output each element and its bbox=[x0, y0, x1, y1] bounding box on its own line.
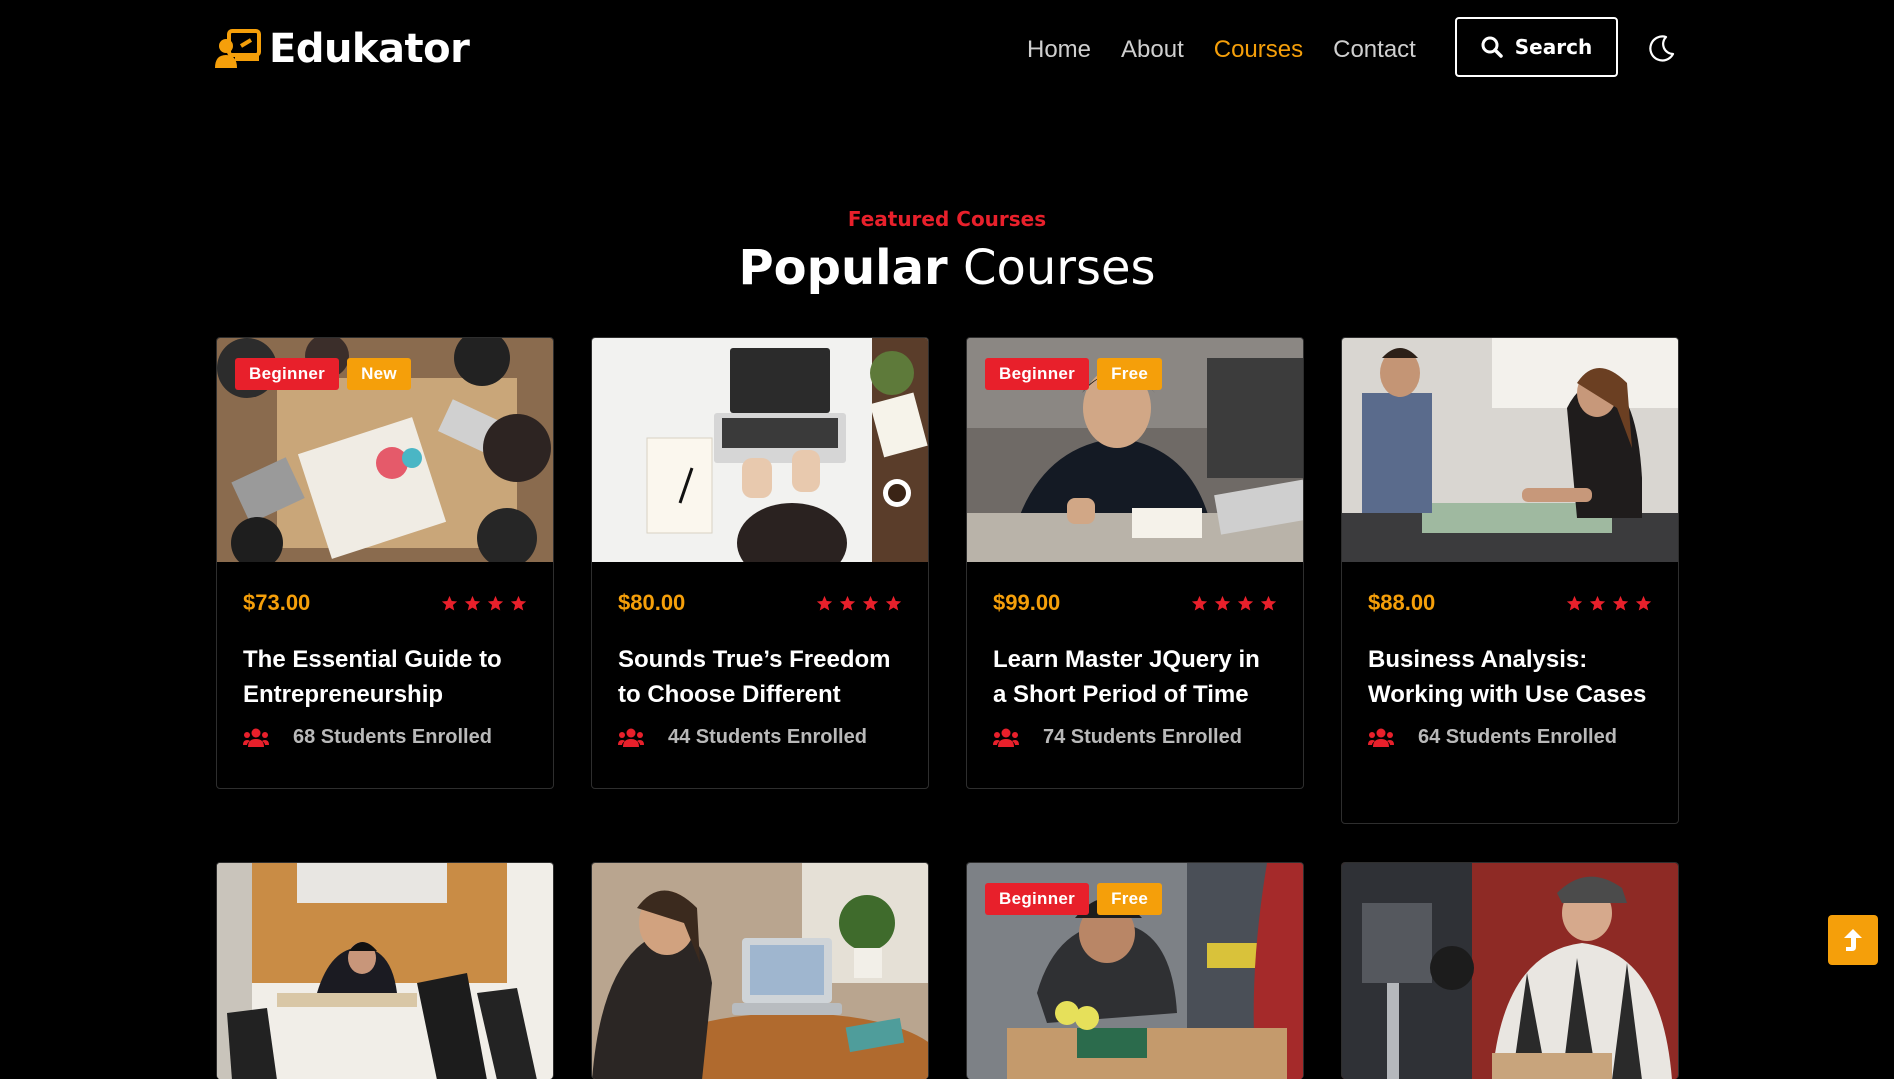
moon-icon bbox=[1649, 35, 1675, 62]
star-icon bbox=[862, 595, 879, 610]
enrolled-count: 64 Students Enrolled bbox=[1368, 726, 1652, 779]
users-icon bbox=[993, 728, 1019, 747]
star-icon bbox=[1612, 595, 1629, 610]
enrolled-count: 44 Students Enrolled bbox=[618, 726, 902, 779]
star-icon bbox=[1191, 595, 1208, 610]
enrolled-label: 74 Students Enrolled bbox=[1043, 726, 1242, 748]
section-subtitle: Featured Courses bbox=[847, 207, 1047, 231]
badges: Beginner New bbox=[235, 358, 411, 390]
badge-tag: New bbox=[347, 358, 411, 390]
section-title-rest: Courses bbox=[962, 240, 1156, 296]
main-nav: Home About Courses Contact bbox=[1027, 36, 1416, 64]
rating-stars bbox=[441, 595, 527, 612]
search-button-label: Search bbox=[1514, 35, 1593, 59]
badge-level: Beginner bbox=[235, 358, 340, 390]
search-icon bbox=[1481, 36, 1503, 58]
star-icon bbox=[487, 595, 504, 610]
badge-tag: Free bbox=[1097, 883, 1163, 915]
course-price: $73.00 bbox=[243, 590, 311, 615]
badges: Beginner Free bbox=[985, 358, 1163, 390]
course-price: $99.00 bbox=[993, 590, 1061, 615]
enrolled-count: 74 Students Enrolled bbox=[993, 726, 1277, 779]
course-image[interactable] bbox=[592, 863, 928, 1079]
course-image[interactable]: Beginner Free bbox=[967, 863, 1303, 1079]
scroll-to-top-button[interactable] bbox=[1828, 915, 1878, 965]
enrolled-label: 44 Students Enrolled bbox=[668, 726, 867, 748]
course-image[interactable] bbox=[217, 863, 553, 1079]
course-image[interactable] bbox=[1342, 863, 1678, 1079]
star-icon bbox=[1260, 595, 1277, 610]
course-card[interactable]: Beginner Free $99.00 Learn Master JQuery… bbox=[966, 337, 1304, 789]
arrow-up-icon bbox=[1844, 929, 1862, 951]
logo-icon bbox=[215, 28, 261, 70]
nav-home[interactable]: Home bbox=[1027, 36, 1091, 64]
nav-about[interactable]: About bbox=[1121, 36, 1184, 64]
star-icon bbox=[816, 595, 833, 610]
badge-tag: Free bbox=[1097, 358, 1163, 390]
badge-level: Beginner bbox=[985, 883, 1090, 915]
course-title[interactable]: Learn Master JQuery in a Short Period of… bbox=[993, 642, 1277, 712]
course-image[interactable]: Beginner New bbox=[217, 338, 553, 562]
enrolled-count: 68 Students Enrolled bbox=[243, 726, 527, 779]
course-title[interactable]: The Essential Guide to Entrepreneurship bbox=[243, 642, 527, 712]
site-header: Edukator Home About Courses Contact Sear… bbox=[0, 0, 1894, 100]
star-icon bbox=[1566, 595, 1583, 610]
rating-stars bbox=[1191, 595, 1277, 612]
course-card[interactable]: Beginner Free bbox=[966, 862, 1304, 1079]
section-title: Popular Courses bbox=[0, 240, 1894, 296]
course-card[interactable]: $88.00 Business Analysis: Working with U… bbox=[1341, 337, 1679, 824]
course-image[interactable]: Beginner Free bbox=[967, 338, 1303, 562]
star-icon bbox=[1237, 595, 1254, 610]
rating-stars bbox=[816, 595, 902, 612]
users-icon bbox=[618, 728, 644, 747]
search-button[interactable]: Search bbox=[1455, 17, 1618, 77]
course-price: $80.00 bbox=[618, 590, 686, 615]
nav-contact[interactable]: Contact bbox=[1333, 36, 1416, 64]
nav-courses[interactable]: Courses bbox=[1214, 36, 1303, 64]
course-price: $88.00 bbox=[1368, 590, 1436, 615]
course-card[interactable] bbox=[591, 862, 929, 1079]
star-icon bbox=[441, 595, 458, 610]
enrolled-label: 64 Students Enrolled bbox=[1418, 726, 1617, 748]
course-card[interactable]: $80.00 Sounds True’s Freedom to Choose D… bbox=[591, 337, 929, 789]
course-image[interactable] bbox=[592, 338, 928, 562]
course-card[interactable] bbox=[216, 862, 554, 1079]
course-title[interactable]: Business Analysis: Working with Use Case… bbox=[1368, 642, 1652, 712]
star-icon bbox=[839, 595, 856, 610]
enrolled-label: 68 Students Enrolled bbox=[293, 726, 492, 748]
course-card[interactable] bbox=[1341, 862, 1679, 1079]
star-icon bbox=[1589, 595, 1606, 610]
course-card[interactable]: Beginner New $73.00 The Essential Guide … bbox=[216, 337, 554, 789]
badge-level: Beginner bbox=[985, 358, 1090, 390]
star-icon bbox=[464, 595, 481, 610]
course-image[interactable] bbox=[1342, 338, 1678, 562]
star-icon bbox=[1214, 595, 1231, 610]
logo[interactable]: Edukator bbox=[215, 26, 470, 72]
star-icon bbox=[885, 595, 902, 610]
badges: Beginner Free bbox=[985, 883, 1163, 915]
logo-text: Edukator bbox=[269, 26, 470, 72]
star-icon bbox=[1635, 595, 1652, 610]
star-icon bbox=[510, 595, 527, 610]
theme-toggle[interactable] bbox=[1645, 33, 1677, 65]
users-icon bbox=[1368, 728, 1394, 747]
rating-stars bbox=[1566, 595, 1652, 612]
course-title[interactable]: Sounds True’s Freedom to Choose Differen… bbox=[618, 642, 902, 712]
users-icon bbox=[243, 728, 269, 747]
section-title-bold: Popular bbox=[738, 240, 948, 296]
